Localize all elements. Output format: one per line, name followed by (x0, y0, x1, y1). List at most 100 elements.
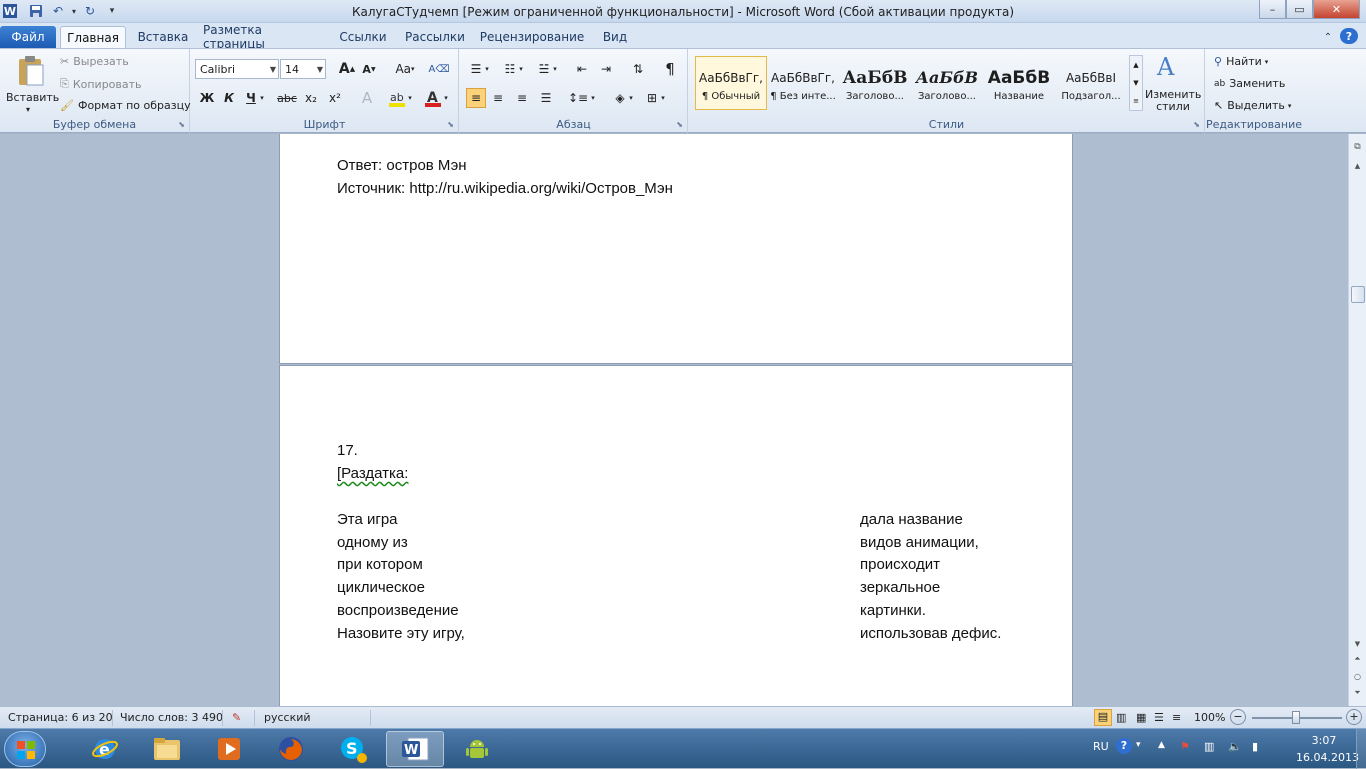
style-title[interactable]: АаБбВ Название (983, 56, 1055, 110)
show-formatting-icon[interactable]: ¶ (660, 59, 680, 79)
ruler-toggle-icon[interactable]: ⧉ (1351, 142, 1364, 156)
proofing-icon[interactable]: ✎ (232, 711, 241, 724)
line-spacing-icon[interactable]: ↕≡ (568, 88, 588, 108)
scroll-down-icon[interactable]: ▼ (1351, 640, 1364, 652)
zoom-slider-thumb[interactable] (1292, 711, 1300, 724)
decrease-indent-icon[interactable]: ⇤ (572, 59, 592, 79)
maximize-button[interactable]: ▭ (1286, 0, 1313, 19)
multilevel-dropdown-icon[interactable]: ▾ (550, 59, 560, 79)
taskbar-skype[interactable]: S (324, 731, 382, 767)
change-styles-button[interactable]: A Изменить стили (1145, 53, 1201, 117)
volume-icon[interactable]: 🔈 (1228, 740, 1242, 753)
start-button[interactable] (4, 731, 46, 767)
select-browse-object-icon[interactable]: ○ (1351, 672, 1364, 684)
paste-button[interactable]: Вставить ▾ (4, 53, 59, 117)
ribbon-minimize-icon[interactable]: ⌃ (1320, 26, 1336, 48)
taskbar-firefox[interactable] (262, 731, 320, 767)
line-spacing-dropdown-icon[interactable]: ▾ (588, 88, 598, 108)
subscript-button[interactable]: x₂ (301, 88, 321, 108)
bullets-dropdown-icon[interactable]: ▾ (482, 59, 492, 79)
align-left-icon[interactable]: ≡ (466, 88, 486, 108)
justify-icon[interactable]: ☰ (536, 88, 556, 108)
draft-icon[interactable]: ≡ (1172, 711, 1181, 724)
help-icon[interactable]: ? (1340, 28, 1358, 44)
font-launcher-icon[interactable]: ⬊ (447, 120, 454, 129)
highlight-button[interactable]: ab (387, 88, 407, 108)
paste-dropdown-icon[interactable]: ▾ (26, 105, 30, 114)
font-size-combo[interactable]: 14 ▼ (280, 59, 326, 79)
styles-scroll[interactable]: ▲ ▼ ≡ (1129, 55, 1143, 111)
tab-review[interactable]: Рецензирование (480, 26, 585, 48)
scroll-down-icon[interactable]: ▼ (1133, 79, 1138, 87)
tab-insert[interactable]: Вставка (136, 26, 190, 48)
align-center-icon[interactable]: ≡ (488, 88, 508, 108)
word-count[interactable]: Число слов: 3 490 (120, 711, 223, 724)
tab-file[interactable]: Файл (0, 26, 56, 48)
replace-button[interactable]: ab Заменить (1214, 77, 1285, 90)
font-color-dropdown-icon[interactable]: ▾ (441, 88, 451, 108)
style-no-spacing[interactable]: АаБбВвГг, ¶ Без инте... (767, 56, 839, 110)
strikethrough-button[interactable]: abc (275, 88, 299, 108)
scroll-up-icon[interactable]: ▲ (1133, 61, 1138, 69)
shading-dropdown-icon[interactable]: ▾ (626, 88, 636, 108)
bold-button[interactable]: Ж (197, 88, 217, 108)
font-name-combo[interactable]: Calibri ▼ (195, 59, 279, 79)
input-language[interactable]: RU (1093, 740, 1109, 753)
style-subtitle[interactable]: АаБбВвІ Подзагол... (1055, 56, 1127, 110)
language-indicator[interactable]: русский (264, 711, 311, 724)
highlight-dropdown-icon[interactable]: ▾ (405, 88, 415, 108)
taskbar-android-app[interactable] (448, 731, 506, 767)
help-tray-icon[interactable]: ? (1116, 738, 1132, 754)
zoom-in-icon[interactable]: + (1346, 709, 1362, 725)
previous-page-icon[interactable]: ⏶ (1351, 654, 1364, 666)
format-painter-button[interactable]: 🖌 Формат по образцу (60, 99, 191, 112)
minimize-button[interactable]: – (1259, 0, 1286, 19)
sort-icon[interactable]: ⇅ (628, 59, 648, 79)
font-color-button[interactable]: A (423, 88, 443, 108)
tray-dropdown-icon[interactable]: ▾ (1136, 740, 1141, 750)
tab-home[interactable]: Главная (60, 26, 126, 48)
copy-button[interactable]: ⎘ Копировать (60, 77, 142, 91)
page-indicator[interactable]: Страница: 6 из 20 (8, 711, 113, 724)
taskbar-media-player[interactable] (200, 731, 258, 767)
page-current[interactable]: 17. [Раздатка: Эта игра одному из при ко… (279, 365, 1073, 706)
style-heading-2[interactable]: АаБбВ Заголово... (911, 56, 983, 110)
taskbar-word[interactable]: W (386, 731, 444, 767)
tab-view[interactable]: Вид (596, 26, 634, 48)
more-styles-icon[interactable]: ≡ (1133, 97, 1139, 105)
clock-time[interactable]: 3:07 (1296, 734, 1352, 747)
power-icon[interactable]: ▮ (1252, 740, 1258, 753)
full-screen-reading-icon[interactable]: ▥ (1116, 711, 1126, 724)
show-hidden-icons[interactable]: ▲ (1158, 740, 1165, 750)
action-center-icon[interactable]: ⚑ (1180, 740, 1190, 753)
numbering-dropdown-icon[interactable]: ▾ (516, 59, 526, 79)
vertical-scrollbar[interactable]: ⧉ ▲ ▼ ⏶ ○ ⏷ (1348, 134, 1366, 706)
document-area[interactable]: Ответ: остров Мэн Источник: http://ru.wi… (0, 134, 1348, 706)
outline-icon[interactable]: ☰ (1154, 711, 1164, 724)
tab-references[interactable]: Ссылки (335, 26, 391, 48)
clock-date[interactable]: 16.04.2013 (1296, 751, 1359, 764)
taskbar-explorer[interactable] (138, 731, 196, 767)
select-button[interactable]: ↖ Выделить ▾ (1214, 99, 1291, 112)
superscript-button[interactable]: x² (325, 88, 345, 108)
text-effects-icon[interactable]: A (357, 88, 377, 108)
close-button[interactable]: ✕ (1313, 0, 1360, 19)
change-case-button[interactable]: Aa ▾ (391, 59, 419, 79)
paragraph-launcher-icon[interactable]: ⬊ (676, 120, 683, 129)
find-button[interactable]: ⚲ Найти ▾ (1214, 55, 1268, 68)
tab-mailings[interactable]: Рассылки (402, 26, 468, 48)
underline-dropdown-icon[interactable]: ▾ (257, 88, 267, 108)
print-layout-icon[interactable]: ▤ (1094, 709, 1112, 726)
zoom-level[interactable]: 100% (1194, 711, 1225, 724)
show-desktop-button[interactable] (1356, 729, 1366, 769)
network-icon[interactable]: ▥ (1204, 740, 1214, 753)
borders-dropdown-icon[interactable]: ▾ (658, 88, 668, 108)
scroll-up-icon[interactable]: ▲ (1351, 162, 1364, 174)
scroll-thumb[interactable] (1351, 286, 1365, 303)
page-previous[interactable]: Ответ: остров Мэн Источник: http://ru.wi… (279, 134, 1073, 364)
shrink-font-button[interactable]: A ▼ (359, 59, 379, 79)
tab-page-layout[interactable]: Разметка страницы (203, 23, 323, 51)
clipboard-launcher-icon[interactable]: ⬊ (178, 120, 185, 129)
italic-button[interactable]: К (219, 88, 239, 108)
next-page-icon[interactable]: ⏷ (1351, 688, 1364, 700)
